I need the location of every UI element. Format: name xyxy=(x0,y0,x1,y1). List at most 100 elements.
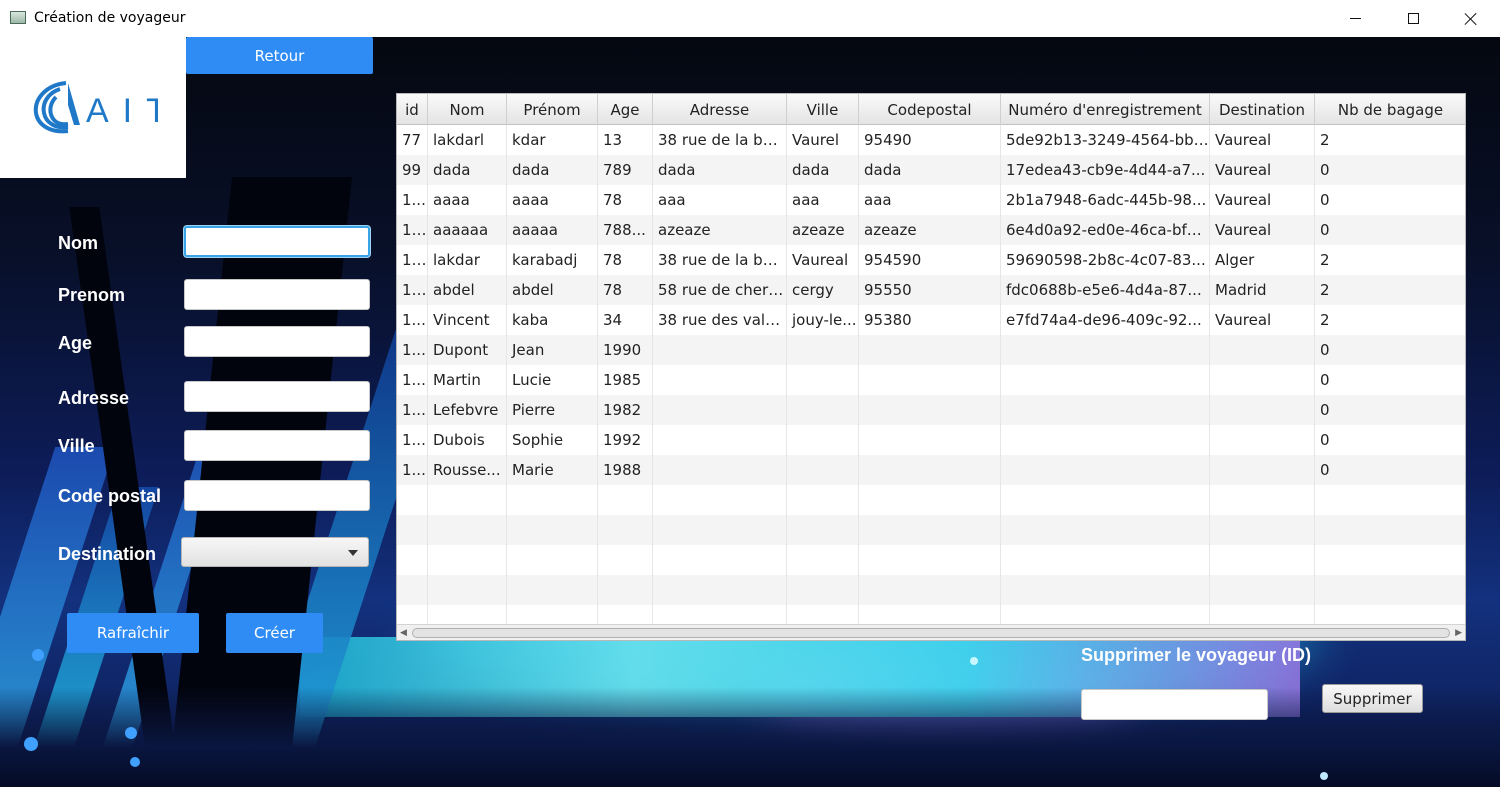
rafraichir-button[interactable]: Rafraîchir xyxy=(67,613,199,653)
prenom-input[interactable] xyxy=(184,279,370,310)
table-row[interactable]: 135 abdel abdel 78 58 rue de cher ... cergy 95… xyxy=(397,275,1465,305)
table-row[interactable]: 132 lakdar karabadj 78 38 rue de la be... Vau… xyxy=(397,245,1465,275)
horizontal-scrollbar[interactable]: ◀ ▶ xyxy=(397,624,1465,640)
scrollbar-thumb[interactable] xyxy=(412,628,1450,638)
table-cell: aaaaaa xyxy=(428,215,507,245)
table-cell: 1990 xyxy=(598,335,653,365)
table-row[interactable]: 1... Dubois Sophie 1992 0 xyxy=(397,425,1465,455)
table-cell xyxy=(598,515,653,545)
table-cell: 34 xyxy=(598,305,653,335)
table-cell xyxy=(859,545,1001,575)
table-row[interactable]: 1... Vincent kaba 34 38 rue des vala... jouy-… xyxy=(397,305,1465,335)
scroll-left-icon[interactable]: ◀ xyxy=(400,628,407,638)
window-titlebar: Création de voyageur xyxy=(0,0,1500,37)
table-cell: kaba xyxy=(507,305,598,335)
table-cell: 954590 xyxy=(859,245,1001,275)
table-row[interactable]: 1... Rousse... Marie 1988 0 xyxy=(397,455,1465,485)
table-cell: Vaureal xyxy=(1210,155,1315,185)
table-cell: lakdar xyxy=(428,245,507,275)
table-cell: 78 xyxy=(598,275,653,305)
table-cell: Sophie xyxy=(507,425,598,455)
table-cell xyxy=(653,455,787,485)
table-cell xyxy=(1315,545,1465,575)
table-cell: aaa xyxy=(859,185,1001,215)
table-cell xyxy=(1001,545,1210,575)
table-cell: 2b1a7948-6adc-445b-98... xyxy=(1001,185,1210,215)
table-cell: aaa xyxy=(787,185,859,215)
table-cell: abdel xyxy=(507,275,598,305)
table-cell xyxy=(1315,575,1465,605)
column-header[interactable]: Nom xyxy=(428,94,507,125)
table-cell xyxy=(787,425,859,455)
column-header[interactable]: id xyxy=(397,94,428,125)
destination-select[interactable] xyxy=(181,537,369,567)
ville-input[interactable] xyxy=(184,430,370,461)
voyageur-table[interactable]: id Nom Prénom Age Adresse Ville Codepostal Numé… xyxy=(396,93,1466,641)
table-cell xyxy=(859,455,1001,485)
table-row[interactable] xyxy=(397,515,1465,545)
table-cell: dada xyxy=(653,155,787,185)
scroll-right-icon[interactable]: ▶ xyxy=(1455,628,1462,638)
maximize-button[interactable] xyxy=(1384,0,1442,37)
column-header[interactable]: Adresse xyxy=(653,94,787,125)
table-cell: 135 xyxy=(397,275,428,305)
table-cell: aaa xyxy=(653,185,787,215)
supprimer-button[interactable]: Supprimer xyxy=(1322,684,1423,713)
table-cell: dada xyxy=(787,155,859,185)
table-cell xyxy=(1001,335,1210,365)
table-cell: 1... xyxy=(397,395,428,425)
table-cell xyxy=(428,515,507,545)
creer-button[interactable]: Créer xyxy=(226,613,323,653)
codepostal-input[interactable] xyxy=(184,480,370,511)
table-row[interactable]: 101 aaaaaa aaaaa 788... azeaze azeaze azeaze 6e… xyxy=(397,215,1465,245)
minimize-button[interactable] xyxy=(1326,0,1384,37)
retour-button[interactable]: Retour xyxy=(186,37,373,74)
table-row[interactable] xyxy=(397,485,1465,515)
table-cell xyxy=(859,515,1001,545)
table-cell xyxy=(1210,515,1315,545)
adresse-input[interactable] xyxy=(184,381,370,412)
table-cell: 0 xyxy=(1315,425,1465,455)
table-row[interactable]: 99 dada dada 789 dada dada dada 17edea43-cb9e-4… xyxy=(397,155,1465,185)
ait-logo: AIT xyxy=(33,81,158,134)
column-header[interactable]: Nb de bagage xyxy=(1315,94,1465,125)
chevron-down-icon xyxy=(348,550,358,556)
nom-input[interactable] xyxy=(184,226,370,257)
close-button[interactable] xyxy=(1442,0,1500,37)
table-cell xyxy=(1315,485,1465,515)
table-cell: 0 xyxy=(1315,455,1465,485)
table-row[interactable] xyxy=(397,545,1465,575)
table-cell: aaaa xyxy=(507,185,598,215)
table-row[interactable]: 1... Lefebvre Pierre 1982 0 xyxy=(397,395,1465,425)
table-cell: jouy-le... xyxy=(787,305,859,335)
table-cell: 1... xyxy=(397,455,428,485)
close-icon xyxy=(1464,12,1478,26)
table-cell xyxy=(653,545,787,575)
table-cell xyxy=(1001,425,1210,455)
column-header[interactable]: Age xyxy=(598,94,653,125)
table-cell xyxy=(859,395,1001,425)
column-header[interactable]: Destination xyxy=(1210,94,1315,125)
supprimer-id-input[interactable] xyxy=(1081,689,1268,720)
table-cell: Vaureal xyxy=(1210,185,1315,215)
table-cell: 77 xyxy=(397,125,428,155)
table-cell xyxy=(859,425,1001,455)
table-cell: 0 xyxy=(1315,185,1465,215)
table-cell: abdel xyxy=(428,275,507,305)
column-header[interactable]: Ville xyxy=(787,94,859,125)
table-row[interactable] xyxy=(397,575,1465,605)
table-row[interactable]: 1... Martin Lucie 1985 0 xyxy=(397,365,1465,395)
table-row[interactable]: 77 lakdarl kdar 13 38 rue de la be... Vaurel 9… xyxy=(397,125,1465,155)
column-header[interactable]: Codepostal xyxy=(859,94,1001,125)
table-cell xyxy=(653,425,787,455)
table-cell: 1... xyxy=(397,185,428,215)
table-row[interactable]: 1... aaaa aaaa 78 aaa aaa aaa 2b1a7948-6adc-445… xyxy=(397,185,1465,215)
table-cell: azeaze xyxy=(859,215,1001,245)
age-input[interactable] xyxy=(184,326,370,357)
table-cell: Dubois xyxy=(428,425,507,455)
column-header[interactable]: Prénom xyxy=(507,94,598,125)
table-cell: 2 xyxy=(1315,125,1465,155)
maximize-icon xyxy=(1407,13,1419,24)
table-row[interactable]: 1... Dupont Jean 1990 0 xyxy=(397,335,1465,365)
column-header[interactable]: Numéro d'enregistrement xyxy=(1001,94,1210,125)
